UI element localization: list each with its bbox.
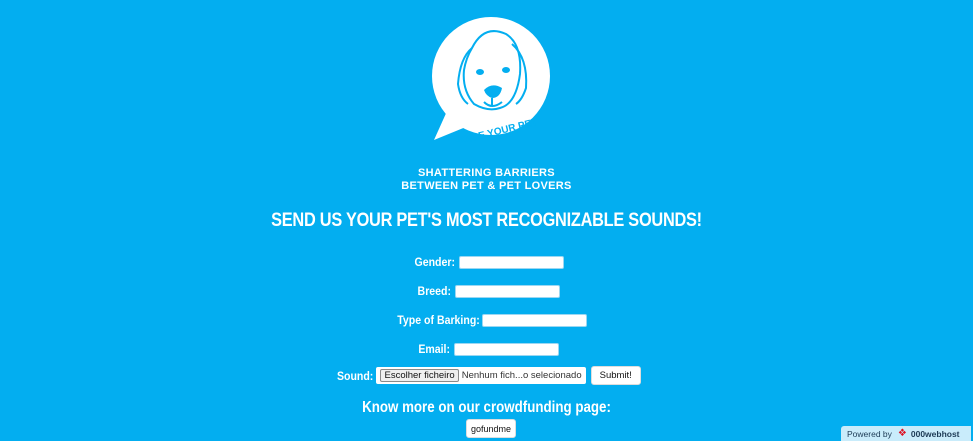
crowdfunding-heading: Know more on our crowdfunding page: [362, 399, 611, 416]
breed-label: Breed: [418, 284, 452, 298]
powered-by-badge[interactable]: Powered by ❖ 000webhost [841, 426, 971, 441]
breed-input[interactable] [454, 284, 560, 298]
email-row: Email: [0, 342, 973, 356]
breed-row: Breed: [0, 284, 973, 298]
tagline-line-1: SHATTERING BARRIERS [418, 167, 555, 179]
barking-input[interactable] [482, 313, 588, 327]
webhost-logo-icon: ❖ [897, 428, 907, 439]
sound-file-input[interactable]: Escolher ficheiro Nenhum fich...o seleci… [376, 367, 586, 384]
gofundme-button[interactable]: gofundme [466, 419, 516, 438]
sound-label: Sound: [337, 368, 374, 383]
gender-label: Gender: [415, 255, 456, 269]
barking-label: Type of Barking: [396, 313, 480, 327]
email-input[interactable] [453, 342, 559, 356]
email-label: Email: [418, 342, 451, 356]
page-headline: SEND US YOUR PET'S MOST RECOGNIZABLE SOU… [271, 210, 702, 231]
powered-by-label: Powered by [847, 428, 892, 439]
host-name: 000webhost [910, 428, 960, 439]
choose-file-button[interactable]: Escolher ficheiro [380, 369, 459, 382]
file-status: Nenhum fich...o selecionado [461, 370, 582, 381]
gender-input[interactable] [458, 255, 564, 269]
sound-row: Sound: Escolher ficheiro Nenhum fich...o… [0, 366, 973, 385]
barking-row: Type of Barking: [0, 313, 973, 327]
dog-logo-icon: VOICE YOUR PET [432, 17, 550, 148]
tagline-line-2: BETWEEN PET & PET LOVERS [401, 180, 572, 192]
tagline: SHATTERING BARRIERS BETWEEN PET & PET LO… [0, 167, 973, 193]
gender-row: Gender: [0, 255, 973, 269]
logo: VOICE YOUR PET [424, 14, 554, 148]
submit-button[interactable]: Submit! [590, 366, 641, 385]
